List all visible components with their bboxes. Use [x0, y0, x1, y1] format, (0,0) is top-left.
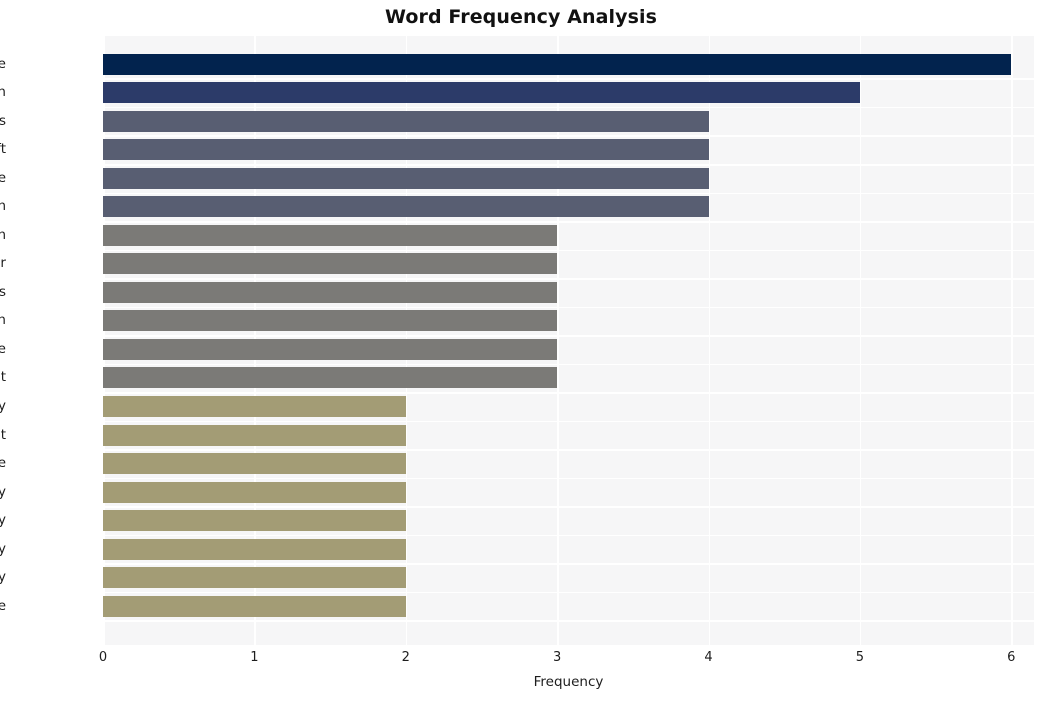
horizontal-gridline	[103, 221, 1034, 223]
bar-company[interactable]	[103, 567, 406, 589]
bar-microsoft[interactable]	[103, 139, 709, 161]
bar-vulnerable[interactable]	[103, 167, 709, 189]
y-tick-label-microsoft: microsoft	[0, 141, 6, 158]
bar-service[interactable]	[103, 595, 406, 617]
bar-servers[interactable]	[103, 281, 558, 303]
x-tick-label-0: 0	[98, 650, 108, 665]
bar-warn[interactable]	[103, 196, 709, 218]
bar-patch[interactable]	[103, 82, 860, 104]
bar-urgent[interactable]	[103, 424, 406, 446]
y-tick-label-state: state	[0, 455, 6, 472]
horizontal-gridline	[103, 192, 1034, 195]
horizontal-gridline	[103, 278, 1034, 280]
bar-exchange[interactable]	[103, 53, 1012, 75]
vertical-gridline	[1011, 36, 1013, 645]
horizontal-gridline	[103, 335, 1034, 337]
horizontal-gridline	[103, 135, 1034, 137]
y-tick-label-company: company	[0, 569, 6, 586]
horizontal-gridline	[103, 477, 1034, 480]
y-tick-label-urgent: urgent	[0, 426, 6, 443]
x-tick-label-1: 1	[250, 650, 259, 665]
y-tick-label-germany: germany	[0, 512, 6, 529]
bar-germany[interactable]	[103, 510, 406, 532]
vertical-gridline	[708, 36, 711, 645]
x-axis-label: Frequency	[533, 674, 604, 690]
horizontal-gridline	[103, 249, 1034, 252]
y-tick-label-bis: bis	[0, 112, 6, 129]
y-tick-label-exchange: exchange	[0, 55, 6, 72]
vertical-gridline	[859, 36, 862, 645]
page-title: Word Frequency Analysis	[384, 6, 658, 28]
horizontal-gridline	[103, 164, 1034, 166]
y-tick-label-server: server	[0, 255, 6, 272]
plot-area	[103, 36, 1034, 645]
bar-security[interactable]	[103, 395, 406, 417]
y-tick-label-vulnerability: vulnerability	[0, 540, 6, 557]
horizontal-gridline	[103, 534, 1034, 537]
y-tick-label-service: service	[0, 597, 6, 614]
horizontal-gridline	[103, 392, 1034, 394]
horizontal-gridline	[103, 363, 1034, 366]
bar-server[interactable]	[103, 253, 558, 275]
horizontal-gridline	[103, 106, 1034, 109]
y-tick-label-vulnerable: vulnerable	[0, 169, 6, 186]
x-tick-label-3: 3	[553, 650, 562, 665]
horizontal-gridline	[103, 620, 1034, 622]
horizontal-gridline	[103, 78, 1034, 80]
y-tick-label-run: run	[0, 312, 6, 329]
bar-bis[interactable]	[103, 110, 709, 132]
horizontal-gridline	[103, 506, 1034, 508]
y-tick-label-servers: servers	[0, 283, 6, 300]
bar-software[interactable]	[103, 338, 558, 360]
bar-percent[interactable]	[103, 367, 558, 389]
y-tick-label-warn: warn	[0, 198, 6, 215]
bar-state[interactable]	[103, 453, 406, 475]
x-tick-label-5: 5	[855, 650, 865, 665]
horizontal-gridline	[103, 563, 1034, 565]
horizontal-gridline	[103, 420, 1034, 423]
bar-vulnerability[interactable]	[103, 538, 406, 560]
x-tick-label-2: 2	[401, 650, 410, 665]
x-tick-label-4: 4	[704, 650, 713, 665]
word-frequency-chart-figure: Word Frequency Analysis exchange patch bis…	[0, 0, 1042, 701]
y-tick-label-patch: patch	[0, 84, 6, 101]
horizontal-gridline	[103, 449, 1034, 451]
y-tick-label-software: software	[0, 340, 6, 357]
y-tick-label-country: country	[0, 483, 6, 500]
x-tick-label-6: 6	[1007, 650, 1016, 665]
bar-country[interactable]	[103, 481, 406, 503]
y-tick-label-german: german	[0, 226, 6, 243]
bar-german[interactable]	[103, 224, 558, 246]
y-tick-label-security: security	[0, 397, 6, 414]
bar-run[interactable]	[103, 310, 558, 332]
horizontal-gridline	[103, 306, 1034, 309]
horizontal-gridline	[103, 591, 1034, 594]
y-tick-label-percent: percent	[0, 369, 6, 386]
